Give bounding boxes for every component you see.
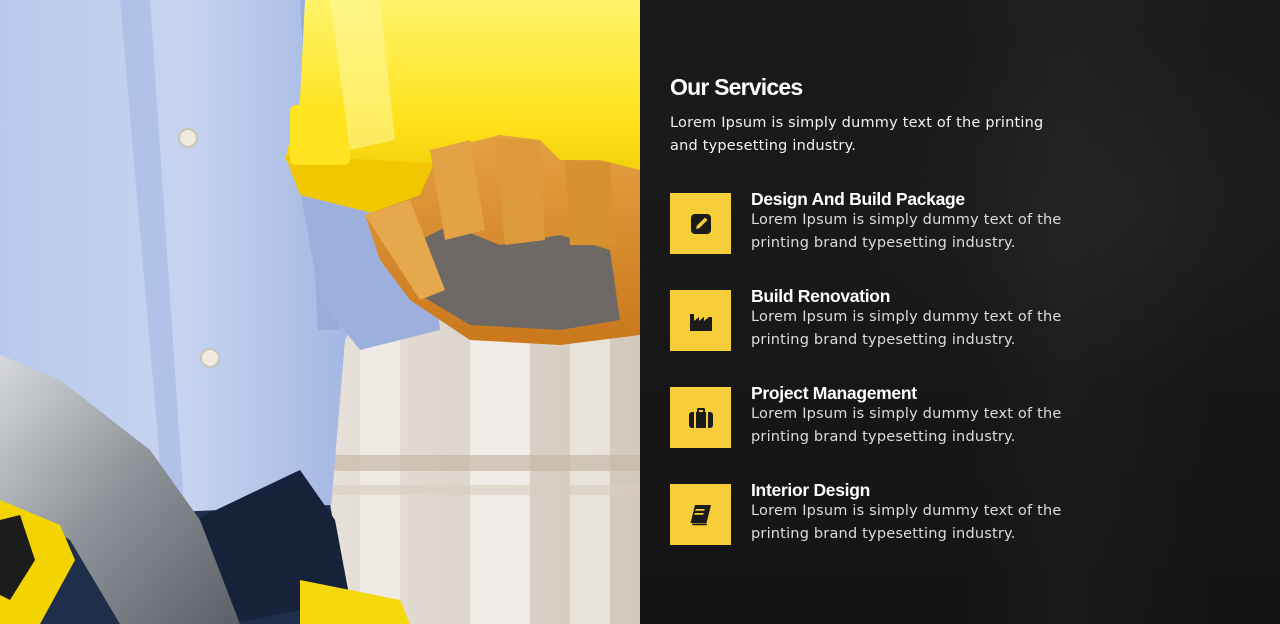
service-name[interactable]: Interior Design [751, 480, 870, 501]
briefcase-icon [688, 407, 713, 428]
service-icon-badge[interactable] [670, 193, 731, 254]
book-icon [690, 504, 711, 525]
service-item-build-renovation[interactable]: Build Renovation Lorem Ipsum is simply d… [670, 286, 1270, 352]
services-panel: Our Services Lorem Ipsum is simply dummy… [640, 0, 1280, 624]
service-icon-badge[interactable] [670, 484, 731, 545]
service-description: Lorem Ipsum is simply dummy text of the … [751, 503, 1062, 542]
service-name[interactable]: Design And Build Package [751, 189, 965, 210]
service-name[interactable]: Project Management [751, 383, 917, 404]
hero-image [0, 0, 640, 624]
service-icon-badge[interactable] [670, 290, 731, 351]
service-item-interior-design[interactable]: Interior Design Lorem Ipsum is simply du… [670, 480, 1270, 546]
service-icon-badge[interactable] [670, 387, 731, 448]
pencil-icon [690, 213, 711, 234]
service-item-project-management[interactable]: Project Management Lorem Ipsum is simply… [670, 383, 1270, 449]
service-name[interactable]: Build Renovation [751, 286, 890, 307]
service-description: Lorem Ipsum is simply dummy text of the … [751, 309, 1062, 348]
section-intro: Lorem Ipsum is simply dummy text of the … [670, 115, 1044, 154]
service-item-design-and-build[interactable]: Design And Build Package Lorem Ipsum is … [670, 189, 1270, 255]
section-title: Our Services [670, 74, 803, 100]
service-description: Lorem Ipsum is simply dummy text of the … [751, 406, 1062, 445]
factory-icon [689, 313, 712, 331]
hero-illustration [0, 0, 640, 624]
service-description: Lorem Ipsum is simply dummy text of the … [751, 212, 1062, 251]
